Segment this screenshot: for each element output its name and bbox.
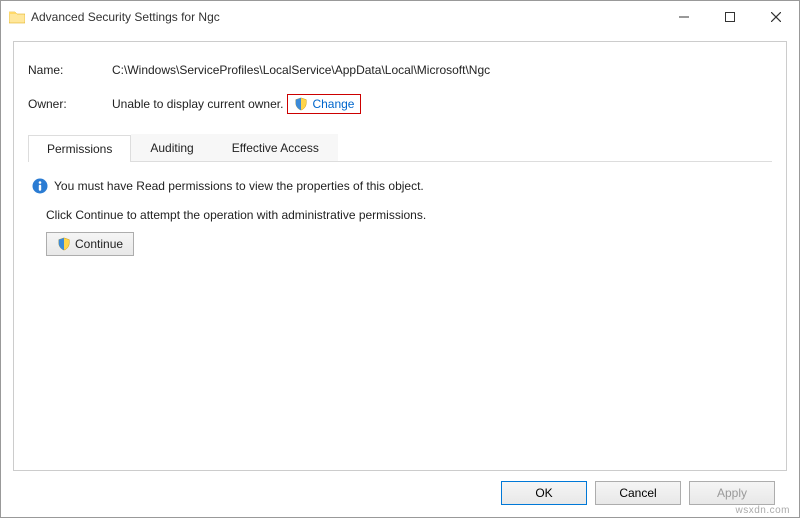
security-settings-window: Advanced Security Settings for Ngc Name:… [0, 0, 800, 518]
tab-permissions[interactable]: Permissions [28, 135, 131, 162]
maximize-icon [725, 12, 735, 22]
tab-auditing[interactable]: Auditing [131, 134, 212, 161]
owner-value: Unable to display current owner. [112, 97, 283, 111]
continue-button-label: Continue [75, 237, 123, 251]
maximize-button[interactable] [707, 1, 753, 33]
tab-effective-access[interactable]: Effective Access [213, 134, 338, 161]
window-title: Advanced Security Settings for Ngc [31, 10, 661, 24]
continue-instruction: Click Continue to attempt the operation … [46, 208, 768, 222]
change-owner-link[interactable]: Change [287, 94, 361, 114]
content-outer: Name: C:\Windows\ServiceProfiles\LocalSe… [1, 33, 799, 517]
info-icon [32, 178, 48, 194]
tab-content: You must have Read permissions to view t… [28, 162, 772, 460]
titlebar: Advanced Security Settings for Ngc [1, 1, 799, 33]
close-button[interactable] [753, 1, 799, 33]
name-label: Name: [28, 63, 112, 77]
info-message: You must have Read permissions to view t… [32, 178, 768, 194]
cancel-button[interactable]: Cancel [595, 481, 681, 505]
watermark: wsxdn.com [735, 505, 790, 516]
name-row: Name: C:\Windows\ServiceProfiles\LocalSe… [28, 58, 772, 82]
close-icon [771, 12, 781, 22]
minimize-icon [679, 12, 689, 22]
ok-button[interactable]: OK [501, 481, 587, 505]
shield-icon [57, 237, 71, 251]
owner-row: Owner: Unable to display current owner. … [28, 92, 772, 116]
window-controls [661, 1, 799, 33]
main-panel: Name: C:\Windows\ServiceProfiles\LocalSe… [13, 41, 787, 471]
change-owner-label: Change [312, 97, 354, 111]
apply-button[interactable]: Apply [689, 481, 775, 505]
folder-icon [9, 10, 25, 24]
owner-label: Owner: [28, 97, 112, 111]
tab-bar: Permissions Auditing Effective Access [28, 134, 772, 162]
info-text: You must have Read permissions to view t… [54, 179, 424, 193]
name-value: C:\Windows\ServiceProfiles\LocalService\… [112, 63, 490, 77]
shield-icon [294, 97, 308, 111]
dialog-footer: OK Cancel Apply [13, 471, 787, 517]
minimize-button[interactable] [661, 1, 707, 33]
continue-button[interactable]: Continue [46, 232, 134, 256]
